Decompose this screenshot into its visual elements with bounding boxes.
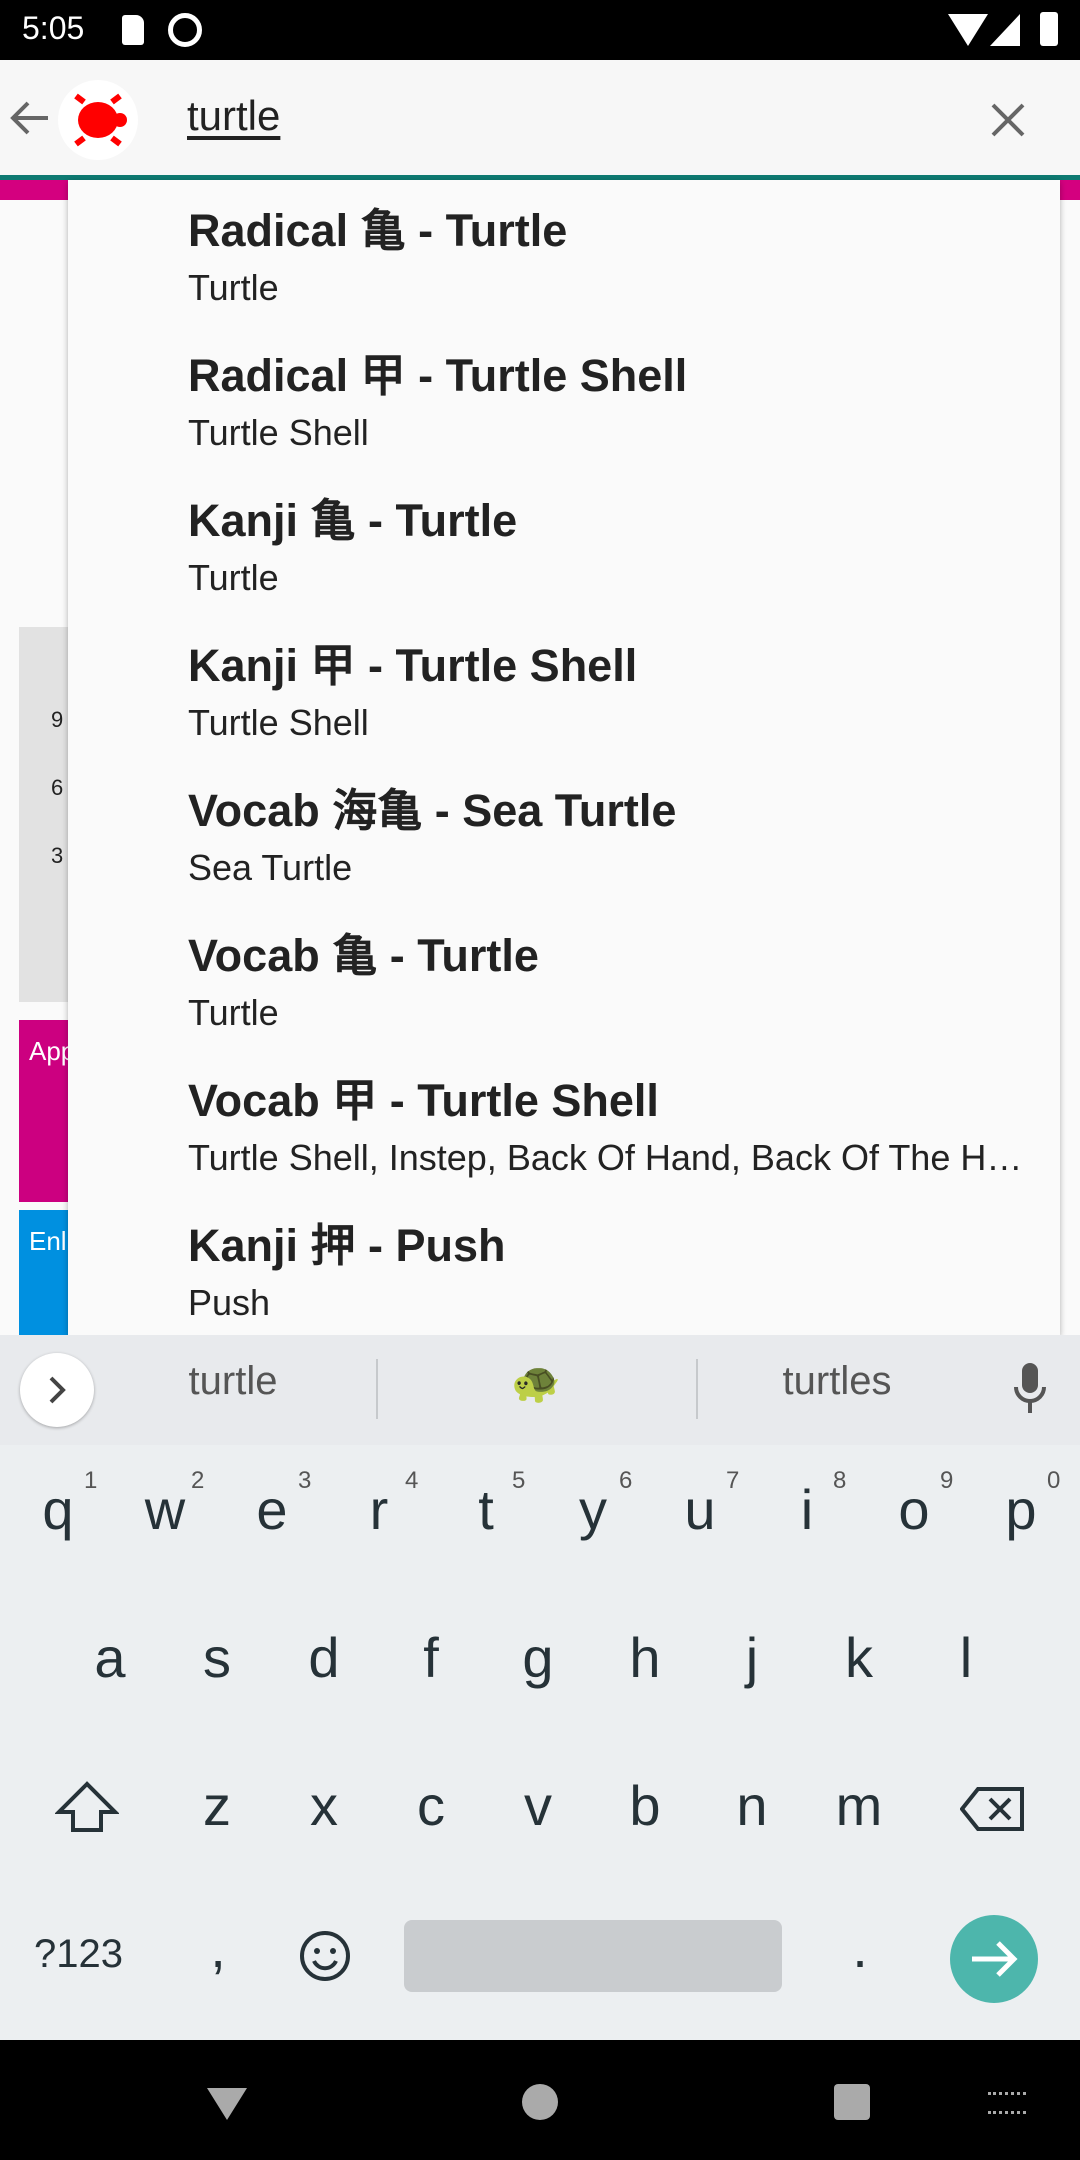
keyboard: turtle 🐢 turtles q1w2e3r4t5y6u7i8o9p0asd… [0, 1335, 1080, 2040]
comma-key[interactable]: , [168, 1915, 268, 1980]
enter-button[interactable] [950, 1915, 1038, 2003]
backspace-key[interactable] [959, 1785, 1026, 1838]
wifi-icon [948, 14, 988, 46]
search-suggestions: Radical 亀 - Turtle Turtle Radical 甲 - Tur… [68, 180, 1060, 1335]
item-subtitle: Turtle [188, 267, 279, 308]
item-subtitle: Turtle Shell [188, 702, 369, 743]
shift-icon [54, 1781, 120, 1832]
tick-label: 9 [51, 707, 64, 732]
divider [376, 1359, 378, 1419]
suggestion[interactable]: turtle [133, 1359, 333, 1404]
key-hint: 2 [191, 1467, 205, 1494]
space-bar[interactable] [404, 1920, 782, 1992]
list-item[interactable]: Kanji 亀 - Turtle Turtle [68, 470, 1060, 615]
list-item[interactable]: Radical 甲 - Turtle Shell Turtle Shell [68, 325, 1060, 470]
list-item[interactable]: Kanji 甲 - Turtle Shell Turtle Shell [68, 615, 1060, 760]
list-item[interactable]: Kanji 押 - Push Push [68, 1195, 1060, 1335]
key-d[interactable]: d [274, 1625, 374, 1690]
key-c[interactable]: c [381, 1773, 481, 1838]
expand-button[interactable] [20, 1353, 94, 1427]
sync-icon [168, 13, 202, 47]
list-item[interactable]: Vocab 甲 - Turtle Shell Turtle Shell, Inst… [68, 1050, 1060, 1195]
key-k[interactable]: k [809, 1625, 909, 1690]
key-hint: 8 [833, 1467, 847, 1494]
suggestion[interactable]: 🐢 [436, 1359, 636, 1406]
search-bar: turtle [0, 60, 1080, 175]
key-m[interactable]: m [809, 1773, 909, 1838]
item-title: Vocab 海亀 - Sea Turtle [188, 785, 677, 836]
item-title: Kanji 亀 - Turtle [188, 495, 518, 546]
item-subtitle: Turtle [188, 557, 279, 598]
suggestion[interactable]: turtles [737, 1359, 937, 1404]
signal-icon [990, 14, 1020, 46]
key-n[interactable]: n [702, 1773, 802, 1838]
search-input[interactable]: turtle [187, 92, 280, 140]
microphone-icon[interactable] [1012, 1361, 1048, 1417]
battery-icon [1040, 12, 1058, 46]
key-hint: 6 [619, 1467, 633, 1494]
suggestion-strip: turtle 🐢 turtles [0, 1335, 1080, 1445]
key-hint: 1 [84, 1467, 98, 1494]
key-hint: 0 [1047, 1467, 1061, 1494]
status-bar: 5:05 [0, 0, 1080, 60]
shift-key[interactable] [54, 1780, 120, 1841]
symbols-key[interactable]: ?123 [34, 1932, 123, 1977]
list-item[interactable]: Vocab 亀 - Turtle Turtle [68, 905, 1060, 1050]
item-title: Radical 亀 - Turtle [188, 205, 568, 256]
key-s[interactable]: s [167, 1625, 267, 1690]
key-j[interactable]: j [702, 1625, 802, 1690]
key-z[interactable]: z [167, 1773, 267, 1838]
item-title: Radical 甲 - Turtle Shell [188, 350, 688, 401]
key-g[interactable]: g [488, 1625, 588, 1690]
item-subtitle: Turtle Shell [188, 412, 369, 453]
key-hint: 5 [512, 1467, 526, 1494]
key-hint: 4 [405, 1467, 419, 1494]
key-hint: 9 [940, 1467, 954, 1494]
item-subtitle: Push [188, 1282, 271, 1323]
home-nav-icon[interactable] [522, 2084, 558, 2120]
key-l[interactable]: l [916, 1625, 1016, 1690]
divider [696, 1359, 698, 1419]
sd-card-icon [122, 15, 144, 45]
emoji-icon[interactable] [298, 1929, 352, 1983]
period-key[interactable]: . [810, 1915, 910, 1980]
keyboard-switch-icon[interactable] [988, 2092, 1026, 2114]
key-v[interactable]: v [488, 1773, 588, 1838]
key-hint: 3 [298, 1467, 312, 1494]
key-b[interactable]: b [595, 1773, 695, 1838]
list-item[interactable]: Radical 亀 - Turtle Turtle [68, 180, 1060, 325]
key-a[interactable]: a [60, 1625, 160, 1690]
back-nav-icon[interactable] [207, 2088, 247, 2120]
item-title: Vocab 亀 - Turtle [188, 930, 539, 981]
tick-label: 6 [51, 775, 64, 800]
item-title: Vocab 甲 - Turtle Shell [188, 1075, 659, 1126]
chevron-right-icon [49, 1376, 66, 1404]
key-x[interactable]: x [274, 1773, 374, 1838]
tick-label: 3 [51, 843, 64, 868]
item-title: Kanji 甲 - Turtle Shell [188, 640, 638, 691]
clock: 5:05 [22, 10, 85, 46]
item-subtitle: Turtle [188, 992, 279, 1033]
backspace-icon [959, 1787, 1024, 1831]
arrow-right-icon [972, 1941, 1018, 1977]
key-hint: 7 [726, 1467, 740, 1494]
item-subtitle: Turtle Shell, Instep, Back Of Hand, Back… [188, 1137, 1038, 1178]
turtle-logo-icon [58, 80, 138, 160]
key-h[interactable]: h [595, 1625, 695, 1690]
item-subtitle: Sea Turtle [188, 847, 353, 888]
list-item[interactable]: Vocab 海亀 - Sea Turtle Sea Turtle [68, 760, 1060, 905]
clear-icon[interactable] [990, 102, 1026, 138]
item-title: Kanji 押 - Push [188, 1220, 506, 1271]
navigation-bar [0, 2040, 1080, 2160]
key-f[interactable]: f [381, 1625, 481, 1690]
back-arrow-icon[interactable] [8, 98, 52, 138]
recents-nav-icon[interactable] [834, 2084, 870, 2120]
